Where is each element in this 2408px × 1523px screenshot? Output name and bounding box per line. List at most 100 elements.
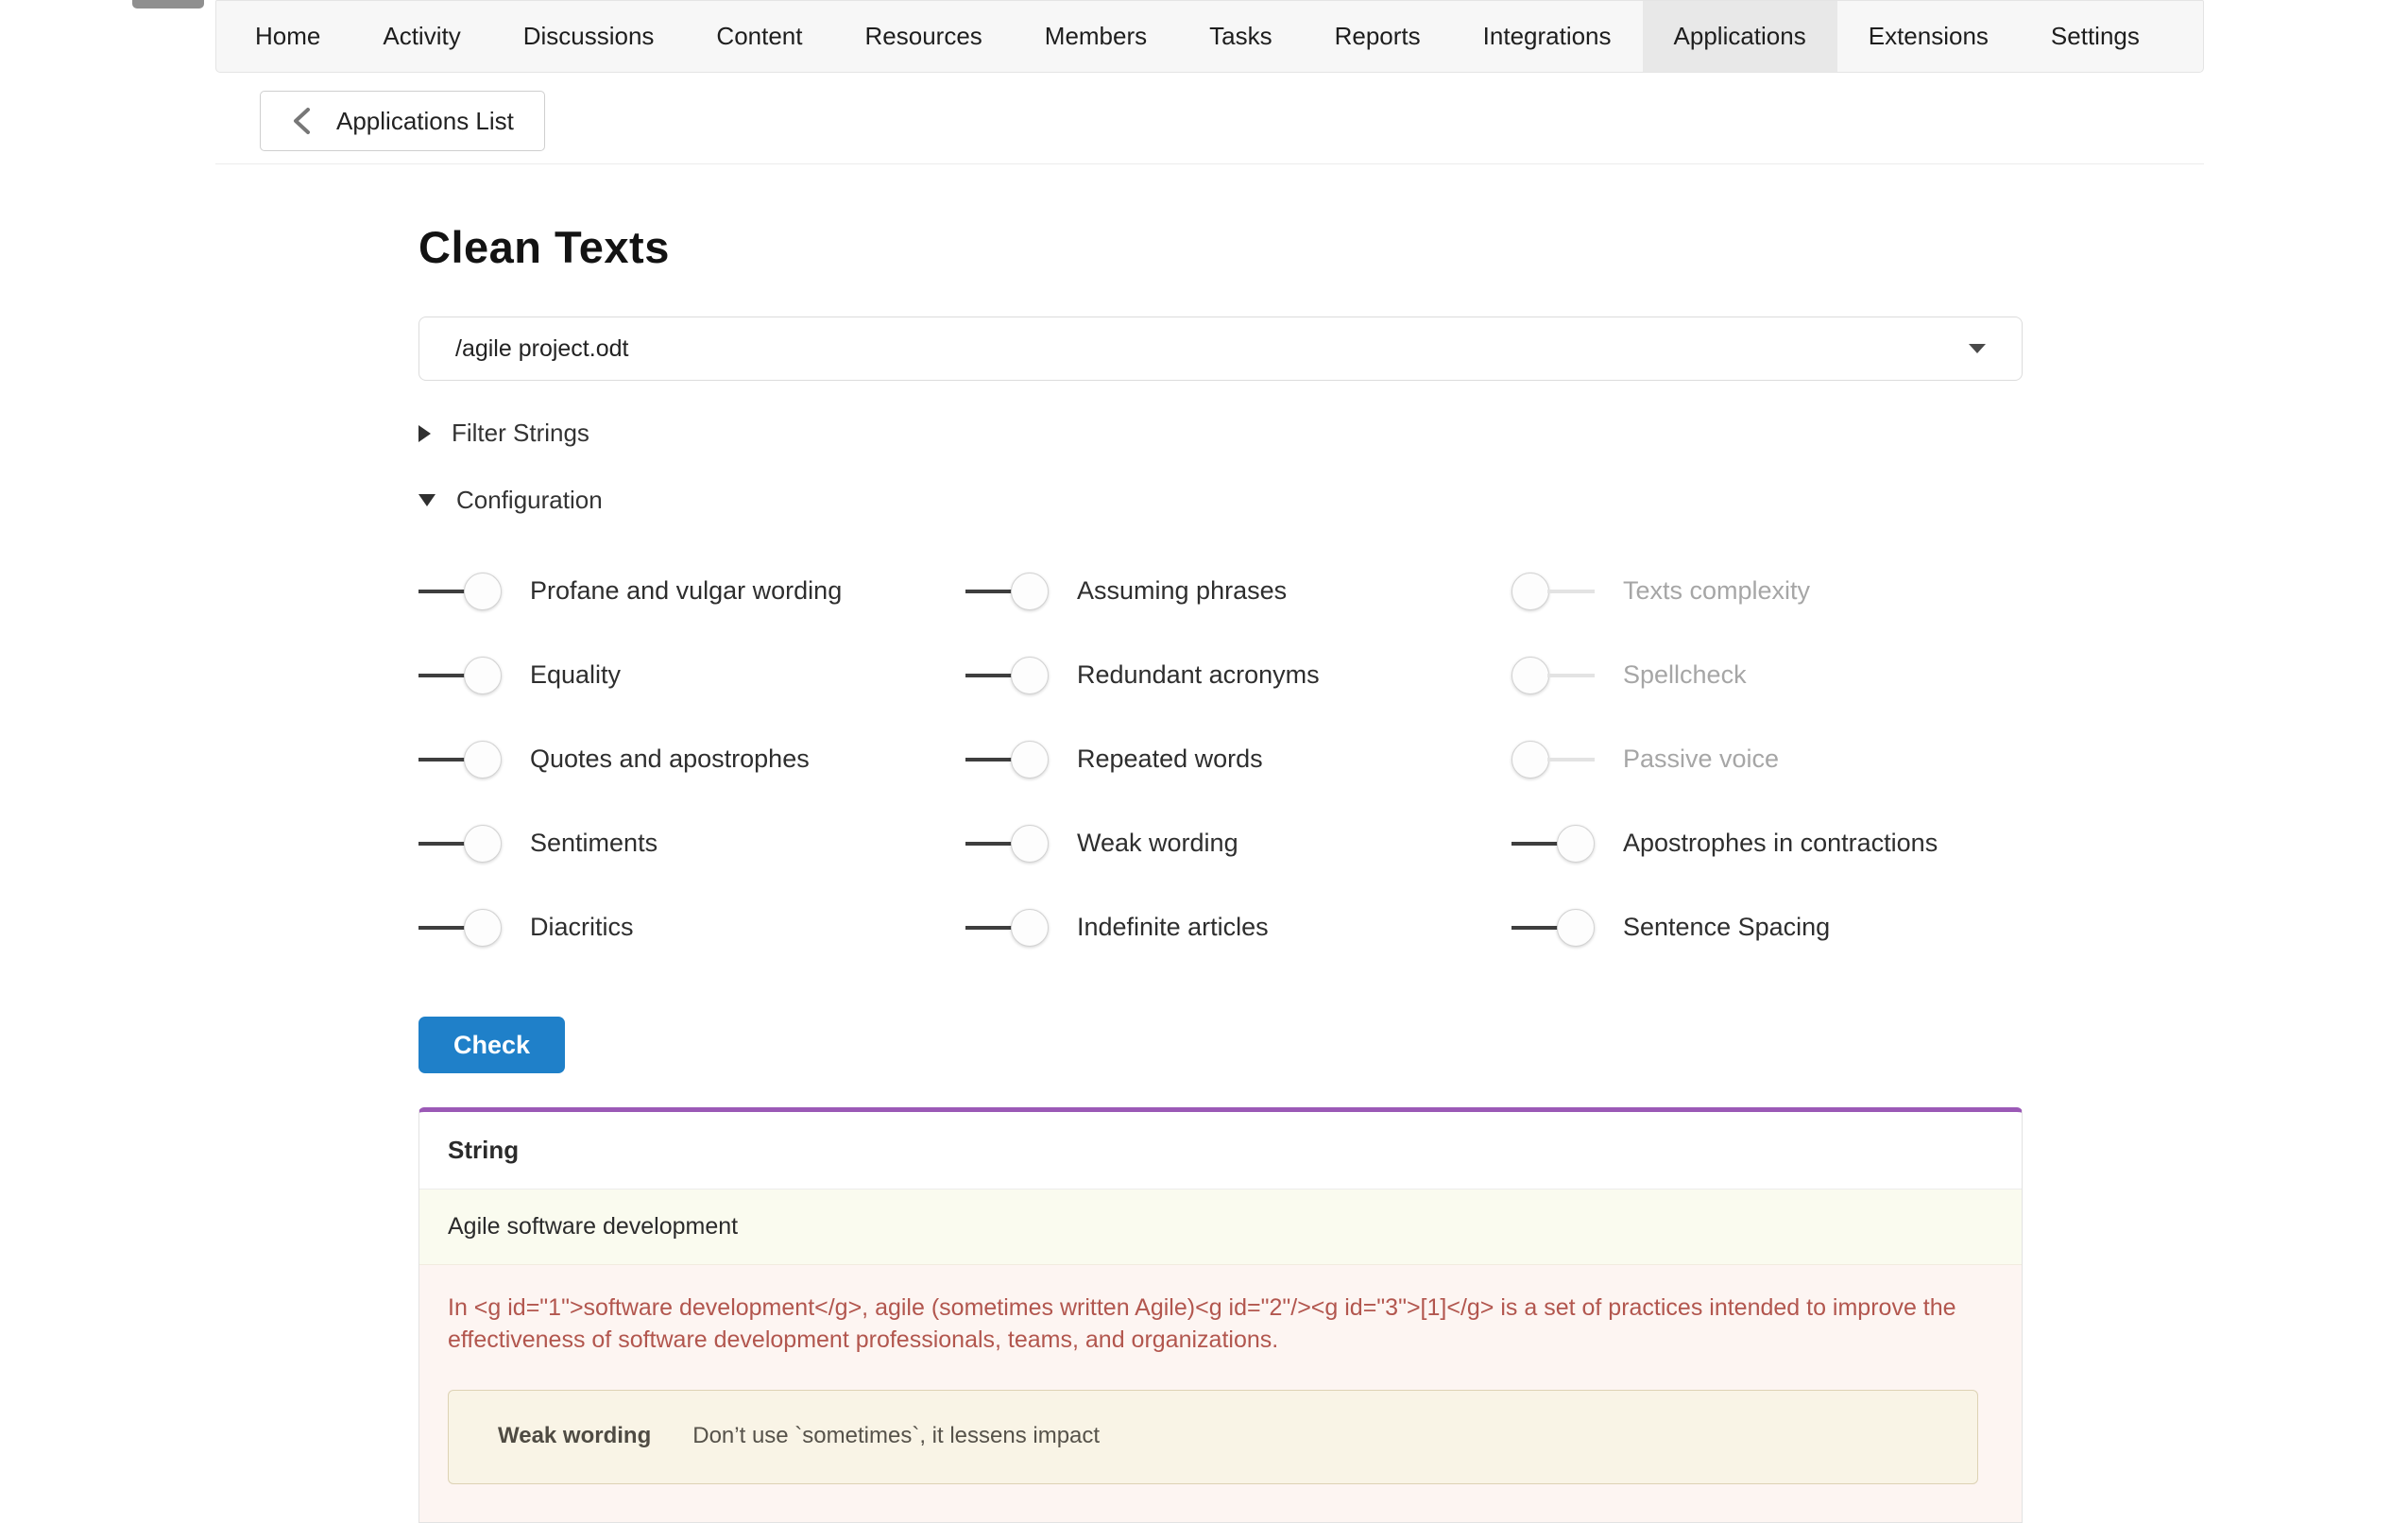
switch-knob — [464, 657, 502, 694]
switch-track — [418, 674, 466, 677]
switch-knob — [1011, 909, 1049, 947]
switch-knob — [1011, 741, 1049, 779]
switch-knob — [1511, 657, 1549, 694]
result-string-row: Agile software development — [419, 1189, 2022, 1265]
toggle-label: Apostrophes in contractions — [1623, 829, 1938, 858]
toggle-switch[interactable] — [418, 909, 502, 947]
applications-list-back-button[interactable]: Applications List — [260, 91, 545, 151]
switch-track — [1511, 842, 1559, 846]
file-select-dropdown[interactable]: /agile project.odt — [418, 317, 2023, 381]
toggle-label: Equality — [530, 660, 621, 690]
toggle-label: Repeated words — [1077, 744, 1263, 774]
toggle-sentiments[interactable]: Sentiments — [418, 801, 965, 885]
switch-track — [418, 758, 466, 762]
filter-strings-section-header[interactable]: Filter Strings — [418, 419, 589, 448]
toggle-switch[interactable] — [418, 825, 502, 863]
toggle-redundant-acronyms[interactable]: Redundant acronyms — [965, 633, 1511, 717]
page-title: Clean Texts — [418, 221, 2204, 273]
toggle-assuming-phrases[interactable]: Assuming phrases — [965, 549, 1511, 633]
toggle-switch[interactable] — [1511, 573, 1595, 610]
toggle-switch[interactable] — [418, 741, 502, 779]
result-issue-row: In <g id="1">software development</g>, a… — [419, 1265, 2022, 1522]
toggle-label: Assuming phrases — [1077, 576, 1287, 606]
issue-source-text: In <g id="1">software development</g>, a… — [448, 1292, 1983, 1356]
nav-item-resources[interactable]: Resources — [834, 1, 1014, 72]
switch-track — [965, 842, 1013, 846]
filter-strings-label: Filter Strings — [452, 419, 589, 448]
nav-item-tasks[interactable]: Tasks — [1178, 1, 1303, 72]
results-column-header: String — [419, 1112, 2022, 1189]
toggle-spellcheck[interactable]: Spellcheck — [1511, 633, 2204, 717]
back-button-label: Applications List — [336, 107, 514, 136]
toggle-passive-voice[interactable]: Passive voice — [1511, 717, 2204, 801]
toggle-label: Sentiments — [530, 829, 658, 858]
app-page: Home Activity Discussions Content Resour… — [215, 0, 2204, 1523]
toggle-apostrophes-in-contractions[interactable]: Apostrophes in contractions — [1511, 801, 2204, 885]
nav-item-applications[interactable]: Applications — [1643, 1, 1837, 72]
toggle-texts-complexity[interactable]: Texts complexity — [1511, 549, 2204, 633]
triangle-down-icon — [418, 494, 435, 506]
nav-item-settings[interactable]: Settings — [2020, 1, 2171, 72]
toggle-switch[interactable] — [1511, 741, 1595, 779]
weak-wording-warning: Weak wording Don’t use `sometimes`, it l… — [448, 1390, 1978, 1484]
switch-knob — [1011, 825, 1049, 863]
switch-knob — [464, 909, 502, 947]
file-select-value: /agile project.odt — [455, 335, 628, 363]
main-content: Clean Texts /agile project.odt Filter St… — [215, 221, 2204, 1523]
toggle-switch[interactable] — [1511, 825, 1595, 863]
nav-item-discussions[interactable]: Discussions — [492, 1, 686, 72]
switch-track — [965, 758, 1013, 762]
switch-knob — [464, 741, 502, 779]
toggle-weak-wording[interactable]: Weak wording — [965, 801, 1511, 885]
toggle-indefinite-articles[interactable]: Indefinite articles — [965, 885, 1511, 969]
switch-track — [418, 842, 466, 846]
nav-item-content[interactable]: Content — [685, 1, 833, 72]
cutoff-ui-fragment — [132, 0, 204, 9]
toggle-switch[interactable] — [965, 825, 1049, 863]
switch-track — [418, 926, 466, 930]
top-navigation: Home Activity Discussions Content Resour… — [215, 0, 2204, 73]
toggle-switch[interactable] — [965, 573, 1049, 610]
toggle-switch[interactable] — [965, 909, 1049, 947]
toggle-label: Profane and vulgar wording — [530, 576, 842, 606]
toggle-profane-and-vulgar-wording[interactable]: Profane and vulgar wording — [418, 549, 965, 633]
toggle-switch[interactable] — [965, 741, 1049, 779]
switch-knob — [1511, 741, 1549, 779]
switch-knob — [464, 825, 502, 863]
toggle-quotes-and-apostrophes[interactable]: Quotes and apostrophes — [418, 717, 965, 801]
switch-knob — [464, 573, 502, 610]
switch-track — [418, 590, 466, 593]
switch-knob — [1011, 657, 1049, 694]
toggle-diacritics[interactable]: Diacritics — [418, 885, 965, 969]
toggle-switch[interactable] — [418, 573, 502, 610]
switch-knob — [1011, 573, 1049, 610]
check-button[interactable]: Check — [418, 1017, 565, 1073]
switch-track — [965, 926, 1013, 930]
toggle-label: Quotes and apostrophes — [530, 744, 810, 774]
toggle-label: Redundant acronyms — [1077, 660, 1320, 690]
toggle-sentence-spacing[interactable]: Sentence Spacing — [1511, 885, 2204, 969]
switch-track — [1511, 926, 1559, 930]
warning-type-label: Weak wording — [498, 1423, 651, 1449]
toggle-switch[interactable] — [1511, 657, 1595, 694]
toggle-switch[interactable] — [1511, 909, 1595, 947]
nav-item-members[interactable]: Members — [1014, 1, 1178, 72]
toggle-repeated-words[interactable]: Repeated words — [965, 717, 1511, 801]
nav-item-activity[interactable]: Activity — [351, 1, 491, 72]
toggle-switch[interactable] — [965, 657, 1049, 694]
configuration-section-header[interactable]: Configuration — [418, 486, 603, 515]
switch-knob — [1511, 573, 1549, 610]
nav-item-reports[interactable]: Reports — [1304, 1, 1452, 72]
toggle-label: Sentence Spacing — [1623, 913, 1830, 942]
toggle-label: Weak wording — [1077, 829, 1238, 858]
toggle-label: Spellcheck — [1623, 660, 1747, 690]
switch-knob — [1557, 825, 1595, 863]
switch-track — [1547, 674, 1595, 677]
nav-item-extensions[interactable]: Extensions — [1837, 1, 2020, 72]
toggle-switch[interactable] — [418, 657, 502, 694]
dropdown-caret-icon — [1969, 344, 1986, 353]
switch-track — [1547, 758, 1595, 762]
nav-item-integrations[interactable]: Integrations — [1452, 1, 1643, 72]
nav-item-home[interactable]: Home — [224, 1, 351, 72]
toggle-equality[interactable]: Equality — [418, 633, 965, 717]
